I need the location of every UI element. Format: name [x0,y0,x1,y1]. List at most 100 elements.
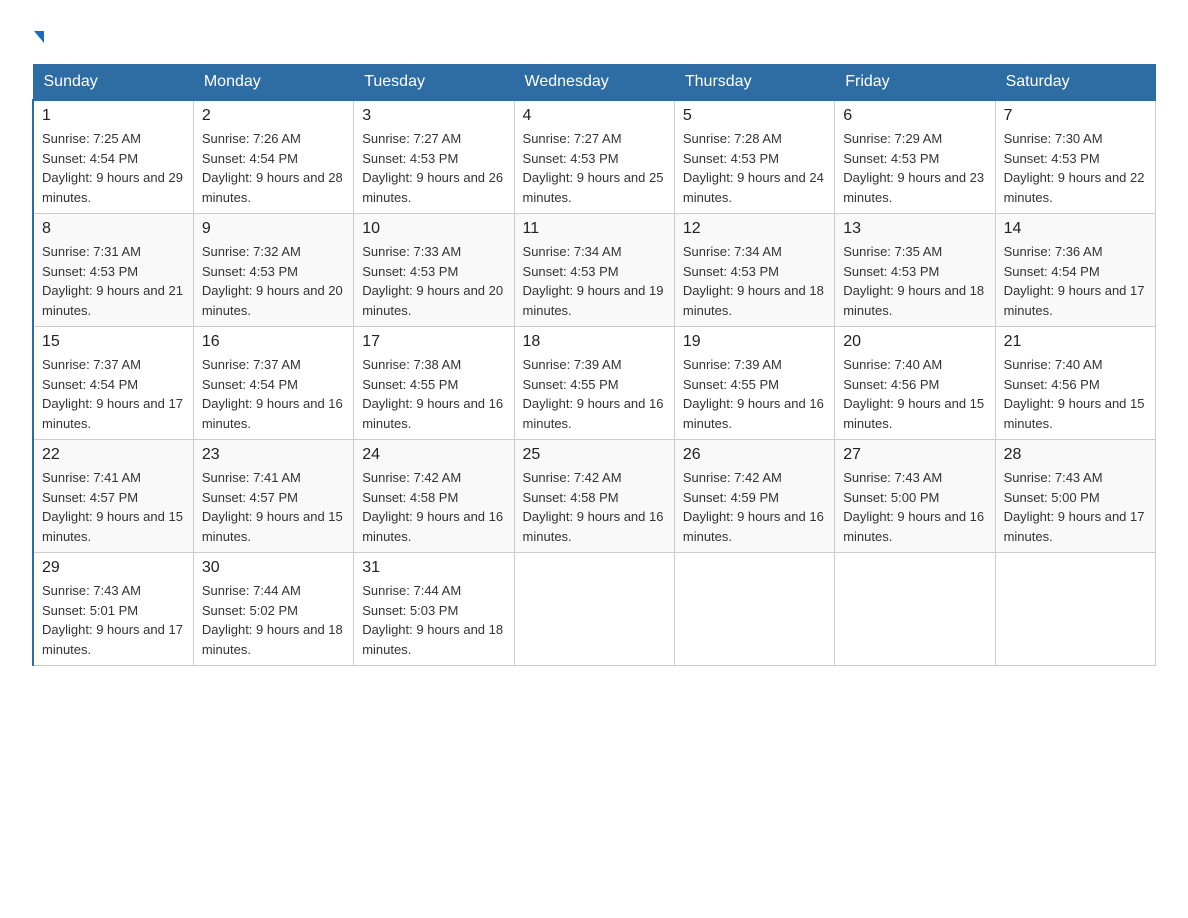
day-number: 26 [683,446,826,464]
day-info: Sunrise: 7:37 AMSunset: 4:54 PMDaylight:… [202,355,345,433]
day-number: 4 [523,107,666,125]
day-number: 12 [683,220,826,238]
calendar-cell: 28 Sunrise: 7:43 AMSunset: 5:00 PMDayligh… [995,440,1155,553]
day-number: 27 [843,446,986,464]
calendar-cell: 17 Sunrise: 7:38 AMSunset: 4:55 PMDayligh… [354,327,514,440]
day-number: 19 [683,333,826,351]
header-tuesday: Tuesday [354,65,514,101]
calendar-cell: 3 Sunrise: 7:27 AMSunset: 4:53 PMDaylight… [354,100,514,214]
day-info: Sunrise: 7:38 AMSunset: 4:55 PMDaylight:… [362,355,505,433]
calendar-cell: 26 Sunrise: 7:42 AMSunset: 4:59 PMDayligh… [674,440,834,553]
calendar-cell: 30 Sunrise: 7:44 AMSunset: 5:02 PMDayligh… [193,553,353,666]
calendar-cell: 19 Sunrise: 7:39 AMSunset: 4:55 PMDayligh… [674,327,834,440]
day-number: 23 [202,446,345,464]
day-info: Sunrise: 7:28 AMSunset: 4:53 PMDaylight:… [683,129,826,207]
day-info: Sunrise: 7:39 AMSunset: 4:55 PMDaylight:… [523,355,666,433]
page-header [32,24,1156,48]
day-number: 28 [1004,446,1147,464]
calendar-cell: 9 Sunrise: 7:32 AMSunset: 4:53 PMDaylight… [193,214,353,327]
day-number: 20 [843,333,986,351]
calendar-body: 1Sunrise: 7:25 AMSunset: 4:54 PMDaylight… [33,100,1156,666]
header-sunday: Sunday [33,65,193,101]
day-number: 18 [523,333,666,351]
calendar-cell: 18 Sunrise: 7:39 AMSunset: 4:55 PMDayligh… [514,327,674,440]
day-info: Sunrise: 7:27 AMSunset: 4:53 PMDaylight:… [362,129,505,207]
calendar-cell: 20 Sunrise: 7:40 AMSunset: 4:56 PMDayligh… [835,327,995,440]
calendar-cell: 10 Sunrise: 7:33 AMSunset: 4:53 PMDayligh… [354,214,514,327]
day-info: Sunrise: 7:42 AMSunset: 4:59 PMDaylight:… [683,468,826,546]
day-info: Sunrise: 7:42 AMSunset: 4:58 PMDaylight:… [523,468,666,546]
day-number: 24 [362,446,505,464]
day-number: 3 [362,107,505,125]
day-number: 13 [843,220,986,238]
day-info: Sunrise: 7:42 AMSunset: 4:58 PMDaylight:… [362,468,505,546]
day-info: Sunrise: 7:30 AMSunset: 4:53 PMDaylight:… [1004,129,1147,207]
calendar-week-row: 15 Sunrise: 7:37 AMSunset: 4:54 PMDayligh… [33,327,1156,440]
day-number: 11 [523,220,666,238]
day-number: 6 [843,107,986,125]
calendar-cell: 13 Sunrise: 7:35 AMSunset: 4:53 PMDayligh… [835,214,995,327]
calendar-cell: 2Sunrise: 7:26 AMSunset: 4:54 PMDaylight… [193,100,353,214]
calendar-cell: 1Sunrise: 7:25 AMSunset: 4:54 PMDaylight… [33,100,193,214]
day-info: Sunrise: 7:43 AMSunset: 5:00 PMDaylight:… [1004,468,1147,546]
day-number: 5 [683,107,826,125]
day-info: Sunrise: 7:35 AMSunset: 4:53 PMDaylight:… [843,242,986,320]
day-info: Sunrise: 7:39 AMSunset: 4:55 PMDaylight:… [683,355,826,433]
calendar-cell: 31 Sunrise: 7:44 AMSunset: 5:03 PMDayligh… [354,553,514,666]
calendar-cell: 24 Sunrise: 7:42 AMSunset: 4:58 PMDayligh… [354,440,514,553]
calendar-cell: 21Sunrise: 7:40 AMSunset: 4:56 PMDayligh… [995,327,1155,440]
calendar-week-row: 1Sunrise: 7:25 AMSunset: 4:54 PMDaylight… [33,100,1156,214]
day-info: Sunrise: 7:44 AMSunset: 5:03 PMDaylight:… [362,581,505,659]
day-info: Sunrise: 7:40 AMSunset: 4:56 PMDaylight:… [843,355,986,433]
day-number: 17 [362,333,505,351]
day-info: Sunrise: 7:29 AMSunset: 4:53 PMDaylight:… [843,129,986,207]
logo [32,24,44,48]
calendar-cell: 22 Sunrise: 7:41 AMSunset: 4:57 PMDayligh… [33,440,193,553]
calendar-cell [995,553,1155,666]
day-number: 9 [202,220,345,238]
day-number: 16 [202,333,345,351]
day-info: Sunrise: 7:26 AMSunset: 4:54 PMDaylight:… [202,129,345,207]
day-info: Sunrise: 7:44 AMSunset: 5:02 PMDaylight:… [202,581,345,659]
header-wednesday: Wednesday [514,65,674,101]
day-number: 7 [1004,107,1147,125]
day-number: 10 [362,220,505,238]
day-number: 1 [42,107,185,125]
calendar-cell: 7 Sunrise: 7:30 AMSunset: 4:53 PMDaylight… [995,100,1155,214]
calendar-cell: 5 Sunrise: 7:28 AMSunset: 4:53 PMDaylight… [674,100,834,214]
day-number: 22 [42,446,185,464]
calendar-cell: 4 Sunrise: 7:27 AMSunset: 4:53 PMDaylight… [514,100,674,214]
calendar-week-row: 29 Sunrise: 7:43 AMSunset: 5:01 PMDayligh… [33,553,1156,666]
day-info: Sunrise: 7:41 AMSunset: 4:57 PMDaylight:… [202,468,345,546]
day-number: 31 [362,559,505,577]
calendar-cell: 8 Sunrise: 7:31 AMSunset: 4:53 PMDaylight… [33,214,193,327]
day-number: 30 [202,559,345,577]
calendar-cell [674,553,834,666]
header-saturday: Saturday [995,65,1155,101]
calendar-week-row: 8 Sunrise: 7:31 AMSunset: 4:53 PMDaylight… [33,214,1156,327]
calendar-cell: 15Sunrise: 7:37 AMSunset: 4:54 PMDayligh… [33,327,193,440]
logo-triangle-icon [34,31,44,43]
day-info: Sunrise: 7:43 AMSunset: 5:01 PMDaylight:… [42,581,185,659]
day-info: Sunrise: 7:33 AMSunset: 4:53 PMDaylight:… [362,242,505,320]
calendar-cell: 25Sunrise: 7:42 AMSunset: 4:58 PMDayligh… [514,440,674,553]
day-info: Sunrise: 7:32 AMSunset: 4:53 PMDaylight:… [202,242,345,320]
day-number: 8 [42,220,185,238]
header-monday: Monday [193,65,353,101]
day-info: Sunrise: 7:40 AMSunset: 4:56 PMDaylight:… [1004,355,1147,433]
day-number: 15 [42,333,185,351]
day-number: 29 [42,559,185,577]
day-info: Sunrise: 7:31 AMSunset: 4:53 PMDaylight:… [42,242,185,320]
calendar-cell: 11Sunrise: 7:34 AMSunset: 4:53 PMDayligh… [514,214,674,327]
calendar-cell: 29 Sunrise: 7:43 AMSunset: 5:01 PMDayligh… [33,553,193,666]
calendar-cell [835,553,995,666]
day-info: Sunrise: 7:34 AMSunset: 4:53 PMDaylight:… [683,242,826,320]
calendar-cell: 23 Sunrise: 7:41 AMSunset: 4:57 PMDayligh… [193,440,353,553]
day-info: Sunrise: 7:27 AMSunset: 4:53 PMDaylight:… [523,129,666,207]
calendar-header-row: SundayMondayTuesdayWednesdayThursdayFrid… [33,65,1156,101]
calendar-table: SundayMondayTuesdayWednesdayThursdayFrid… [32,64,1156,666]
day-info: Sunrise: 7:43 AMSunset: 5:00 PMDaylight:… [843,468,986,546]
day-info: Sunrise: 7:41 AMSunset: 4:57 PMDaylight:… [42,468,185,546]
calendar-week-row: 22 Sunrise: 7:41 AMSunset: 4:57 PMDayligh… [33,440,1156,553]
day-info: Sunrise: 7:36 AMSunset: 4:54 PMDaylight:… [1004,242,1147,320]
